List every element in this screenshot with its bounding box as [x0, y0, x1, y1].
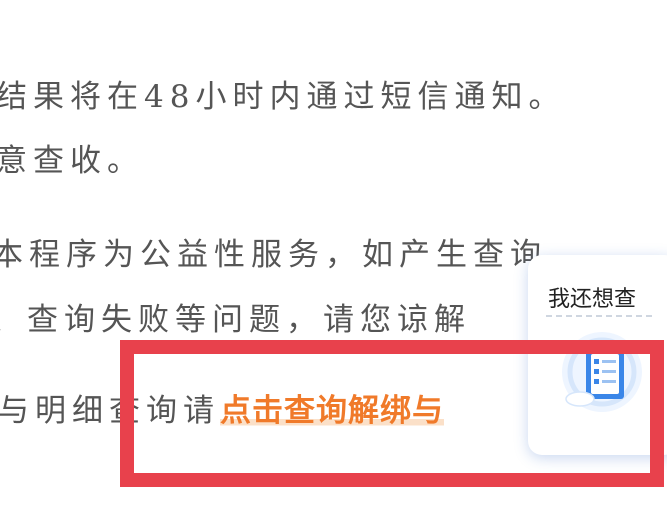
- floating-card-divider: [546, 315, 652, 317]
- notice-line-check: 意查收。: [0, 143, 144, 179]
- highlight-annotation-box: [120, 340, 664, 487]
- notice-line-sms-result: 结果将在48小时内通过短信通知。: [0, 79, 566, 115]
- notice-line-query-failure: 、查询失败等问题，请您谅解: [0, 302, 471, 338]
- notice-line-public-service: 本程序为公益性服务，如产生查询: [0, 237, 547, 273]
- floating-card-title: 我还想查: [548, 287, 637, 312]
